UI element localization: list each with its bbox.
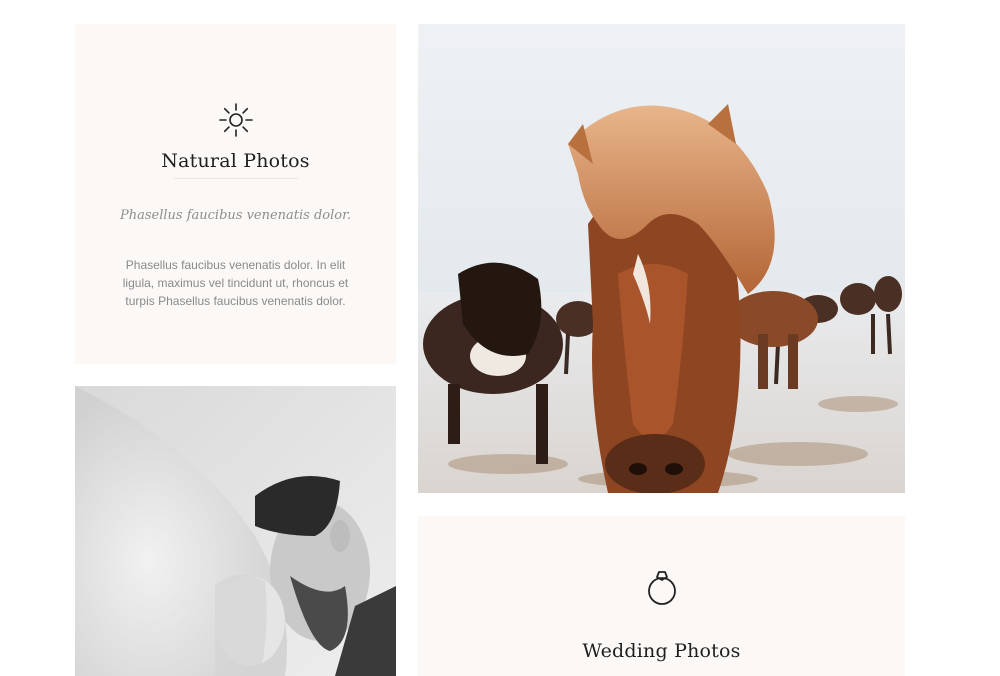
description-line: Phasellus faucibus venenatis dolor. In e… <box>125 258 346 272</box>
sun-icon <box>218 103 253 137</box>
description-line: ligula, maximus vel tincidunt ut, rhoncu… <box>122 276 349 290</box>
horses-photo[interactable] <box>418 24 905 493</box>
card-title: Wedding Photos <box>582 640 741 662</box>
description-line: turpis Phasellus faucibus venenatis dolo… <box>125 294 346 308</box>
title-divider <box>173 178 298 179</box>
wedding-photos-card: Wedding Photos <box>418 516 905 676</box>
card-title: Natural Photos <box>161 150 310 172</box>
card-subtitle: Phasellus faucibus venenatis dolor. <box>119 208 352 223</box>
wedding-couple-photo[interactable] <box>75 386 396 676</box>
card-description: Phasellus faucibus venenatis dolor. In e… <box>115 256 356 310</box>
ring-icon <box>647 571 676 605</box>
natural-photos-card: Natural Photos Phasellus faucibus venena… <box>75 24 396 364</box>
